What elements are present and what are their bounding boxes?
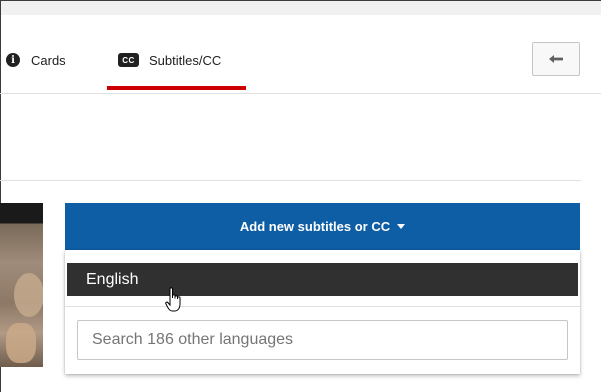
header-divider [0, 93, 601, 94]
back-arrow-icon [549, 55, 563, 63]
tab-cards-label: Cards [31, 52, 66, 68]
language-option-english[interactable]: English [67, 263, 578, 296]
tab-subtitles-label: Subtitles/CC [149, 52, 222, 68]
info-icon: i [6, 53, 20, 67]
dropdown-divider [65, 306, 580, 307]
language-search-input[interactable] [77, 320, 568, 360]
video-thumbnail [0, 203, 43, 367]
add-subtitles-label: Add new subtitles or CC [239, 219, 391, 234]
top-band [1, 1, 601, 15]
cc-icon: CC [118, 53, 139, 67]
language-dropdown: English [65, 250, 580, 374]
tab-subtitles-cc[interactable]: CC Subtitles/CC [118, 52, 221, 68]
caret-down-icon [397, 224, 406, 229]
section-divider [0, 180, 581, 181]
add-subtitles-button[interactable]: Add new subtitles or CC [65, 203, 580, 250]
tab-cards[interactable]: i Cards [6, 52, 66, 68]
active-tab-indicator [107, 86, 246, 90]
back-button[interactable] [532, 42, 580, 76]
language-option-label: English [86, 270, 139, 288]
